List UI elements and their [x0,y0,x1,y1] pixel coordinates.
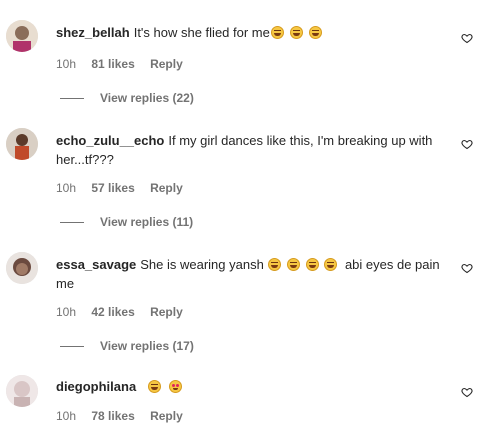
laughing-emoji-icon [308,26,322,39]
heart-eyes-emoji-icon [169,380,183,393]
laughing-emoji-icon [268,258,282,271]
comment-text: shez_bellah It's how she flied for me [56,23,446,42]
timestamp: 10h [56,57,77,71]
comment-body: It's how she flied for me [133,25,270,40]
comment-meta: 10h 78 likes Reply [56,409,195,423]
timestamp: 10h [56,409,77,423]
reply-button[interactable]: Reply [150,181,183,195]
divider-line [60,345,84,347]
comment-text: diegophilana [56,377,446,396]
likes-count[interactable]: 81 likes [91,57,134,71]
comment-meta: 10h 42 likes Reply [56,305,195,319]
username[interactable]: essa_savage [56,257,136,272]
laughing-emoji-icon [270,26,284,39]
laughing-emoji-icon [305,258,319,271]
likes-count[interactable]: 78 likes [91,409,134,423]
laughing-emoji-icon [147,380,161,393]
reply-button[interactable]: Reply [150,409,183,423]
avatar[interactable] [6,128,38,160]
avatar[interactable] [6,375,38,407]
comment-meta: 10h 57 likes Reply [56,181,195,195]
view-replies-button[interactable]: View replies (22) [60,91,194,105]
laughing-emoji-icon [324,258,338,271]
avatar-image [6,128,38,160]
reply-button[interactable]: Reply [150,305,183,319]
view-replies-button[interactable]: View replies (11) [60,215,193,229]
comment-text: echo_zulu__echo If my girl dances like th… [56,131,446,169]
laughing-emoji-icon [287,258,301,271]
like-heart-icon[interactable] [461,262,473,274]
comment-text: essa_savage She is wearing yansh abi eyes… [56,255,446,293]
avatar[interactable] [6,20,38,52]
avatar[interactable] [6,252,38,284]
laughing-emoji-icon [289,26,303,39]
username[interactable]: echo_zulu__echo [56,133,164,148]
like-heart-icon[interactable] [461,32,473,44]
reply-button[interactable]: Reply [150,57,183,71]
likes-count[interactable]: 42 likes [91,305,134,319]
like-heart-icon[interactable] [461,138,473,150]
view-replies-label: View replies (17) [100,339,194,353]
username[interactable]: shez_bellah [56,25,130,40]
like-heart-icon[interactable] [461,386,473,398]
avatar-image [6,375,38,407]
divider-line [60,221,84,223]
divider-line [60,97,84,99]
comment-body: She is wearing yansh [140,257,264,272]
view-replies-label: View replies (11) [100,215,194,229]
username[interactable]: diegophilana [56,379,136,394]
avatar-image [6,252,38,284]
view-replies-label: View replies (22) [100,91,194,105]
avatar-image [6,20,38,52]
timestamp: 10h [56,305,77,319]
timestamp: 10h [56,181,77,195]
comment-meta: 10h 81 likes Reply [56,57,195,71]
likes-count[interactable]: 57 likes [91,181,134,195]
view-replies-button[interactable]: View replies (17) [60,339,194,353]
